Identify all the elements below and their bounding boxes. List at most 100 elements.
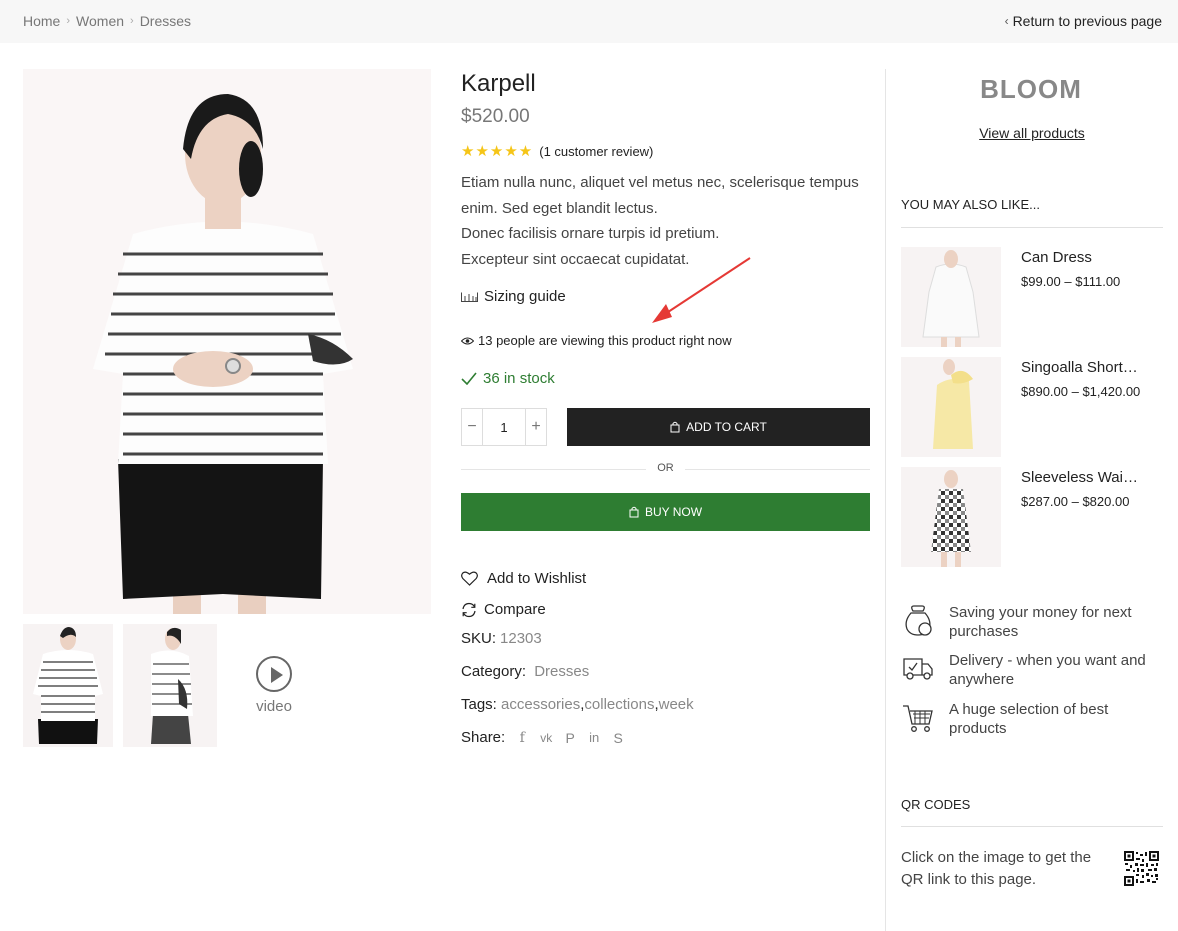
pinterest-icon[interactable]: P xyxy=(563,730,577,746)
description-line: Donec facilisis ornare turpis id pretium… xyxy=(461,225,720,242)
feature-text: Saving your money for next purchases xyxy=(949,604,1132,640)
play-icon xyxy=(256,656,292,692)
money-bag-icon xyxy=(905,605,932,636)
share-label: Share: xyxy=(461,729,506,746)
chevron-right-icon: › xyxy=(130,15,134,27)
bag-icon xyxy=(629,506,639,518)
return-to-previous-link[interactable]: ‹ Return to previous page xyxy=(1005,13,1162,29)
truck-icon xyxy=(903,658,933,680)
facebook-icon[interactable]: f xyxy=(515,730,529,746)
refresh-icon xyxy=(462,602,476,617)
product-sku: SKU: 12303 xyxy=(461,630,542,647)
compare-button[interactable]: Compare xyxy=(461,601,546,618)
heart-icon xyxy=(461,571,478,586)
sku-value: 12303 xyxy=(500,630,542,647)
sidebar-divider xyxy=(885,69,886,931)
add-to-wishlist-button[interactable]: Add to Wishlist xyxy=(461,570,586,587)
quantity-input[interactable] xyxy=(482,409,526,445)
category-label: Category: xyxy=(461,663,527,680)
gallery-video-button[interactable]: video xyxy=(237,656,311,715)
quantity-decrease-button[interactable]: − xyxy=(462,409,482,445)
product-title: Karpell xyxy=(461,70,536,97)
related-product-name[interactable]: Sleeveless Wai… xyxy=(1021,469,1163,486)
gallery-thumbnail-side[interactable] xyxy=(123,624,217,747)
related-product-item[interactable]: Can Dress $99.00 – $111.00 xyxy=(901,247,1163,347)
qr-code-image[interactable] xyxy=(1124,851,1159,886)
breadcrumb-dresses[interactable]: Dresses xyxy=(140,13,191,29)
feature-text: Delivery - when you want and anywhere xyxy=(949,652,1146,688)
video-label: video xyxy=(256,698,292,715)
check-icon xyxy=(461,372,477,385)
or-divider: OR xyxy=(461,462,870,476)
tag-link[interactable]: collections xyxy=(584,696,654,713)
stock-status: 36 in stock xyxy=(461,370,555,387)
gallery-thumbnail-front[interactable] xyxy=(23,624,113,747)
chevron-right-icon: › xyxy=(66,15,71,27)
feature-saving: Saving your money for next purchases xyxy=(901,603,1163,643)
product-category: Category: Dresses xyxy=(461,663,589,680)
eye-icon xyxy=(461,337,474,344)
qr-description: Click on the image to get the QR link to… xyxy=(901,849,1092,888)
compare-label: Compare xyxy=(484,601,546,618)
view-all-products-link[interactable]: View all products xyxy=(901,125,1163,141)
description-line: Excepteur sint occaecat cupidatat. xyxy=(461,250,690,268)
return-label: Return to previous page xyxy=(1012,13,1162,29)
sizing-guide-link[interactable]: Sizing guide xyxy=(461,288,566,305)
tag-link[interactable]: week xyxy=(659,696,694,713)
linkedin-icon[interactable]: in xyxy=(587,730,601,745)
stock-text: 36 in stock xyxy=(483,370,555,387)
category-link[interactable]: Dresses xyxy=(534,663,589,680)
sku-label: SKU: xyxy=(461,630,497,647)
related-product-image[interactable] xyxy=(901,357,1001,457)
wishlist-label: Add to Wishlist xyxy=(487,570,587,587)
brand-logo[interactable]: BLOOM xyxy=(966,74,1096,105)
related-product-price: $287.00 – $820.00 xyxy=(1021,494,1130,509)
breadcrumb-home[interactable]: Home xyxy=(23,13,60,29)
related-product-name[interactable]: Singoalla Short… xyxy=(1021,359,1163,376)
related-product-item[interactable]: Sleeveless Wai… $287.00 – $820.00 xyxy=(901,467,1163,567)
product-price: $520.00 xyxy=(461,106,530,127)
ruler-icon xyxy=(461,292,478,302)
feature-delivery: Delivery - when you want and anywhere xyxy=(901,651,1163,691)
tag-link[interactable]: accessories xyxy=(501,696,580,713)
add-to-cart-button[interactable]: ADD TO CART xyxy=(567,408,870,446)
heading-divider xyxy=(901,826,1163,827)
skype-icon[interactable]: S xyxy=(611,730,625,746)
shopping-cart-icon xyxy=(903,705,933,732)
buy-now-label: BUY NOW xyxy=(644,505,703,519)
add-to-cart-label: ADD TO CART xyxy=(686,420,767,434)
related-product-price: $890.00 – $1,420.00 xyxy=(1021,384,1141,399)
feature-selection: A huge selection of best products xyxy=(901,700,1163,740)
chevron-left-icon: ‹ xyxy=(1004,14,1009,28)
buy-now-button[interactable]: BUY NOW xyxy=(461,493,870,531)
related-product-price: $99.00 – $111.00 xyxy=(1021,274,1121,289)
heading-divider xyxy=(901,227,1163,228)
review-link[interactable]: (1 customer review) xyxy=(539,144,653,159)
bag-icon xyxy=(670,421,680,433)
top-bar: Home › Women › Dresses ‹ Return to previ… xyxy=(0,0,1178,43)
or-label: OR xyxy=(657,462,674,474)
vk-icon[interactable]: vk xyxy=(539,731,553,745)
viewing-text: 13 people are viewing this product right… xyxy=(478,333,732,348)
share-row: Share: f vk P in S xyxy=(461,729,625,746)
viewing-count: 13 people are viewing this product right… xyxy=(461,333,732,348)
breadcrumb-women[interactable]: Women xyxy=(76,13,124,29)
sizing-guide-label: Sizing guide xyxy=(484,288,566,305)
related-product-image[interactable] xyxy=(901,467,1001,567)
related-product-item[interactable]: Singoalla Short… $890.00 – $1,420.00 xyxy=(901,357,1163,457)
product-rating: ★★★★★ (1 customer review) xyxy=(461,142,653,160)
product-tags: Tags: accessories,collections,week xyxy=(461,696,694,713)
quantity-increase-button[interactable]: + xyxy=(526,409,546,445)
star-rating-icon: ★★★★★ xyxy=(461,143,534,160)
description-line: Etiam nulla nunc, aliquet vel metus nec,… xyxy=(461,174,859,217)
related-product-image[interactable] xyxy=(901,247,1001,347)
feature-text: A huge selection of best products xyxy=(949,701,1109,737)
also-like-heading: YOU MAY ALSO LIKE... xyxy=(901,197,1040,212)
related-product-name[interactable]: Can Dress xyxy=(1021,249,1163,266)
qr-codes-heading: QR CODES xyxy=(901,797,971,812)
product-description: Etiam nulla nunc, aliquet vel metus nec,… xyxy=(461,170,876,272)
quantity-stepper: − + xyxy=(461,408,547,446)
product-main-image[interactable] xyxy=(23,69,431,614)
tags-label: Tags: xyxy=(461,696,497,713)
breadcrumb: Home › Women › Dresses xyxy=(23,13,191,29)
